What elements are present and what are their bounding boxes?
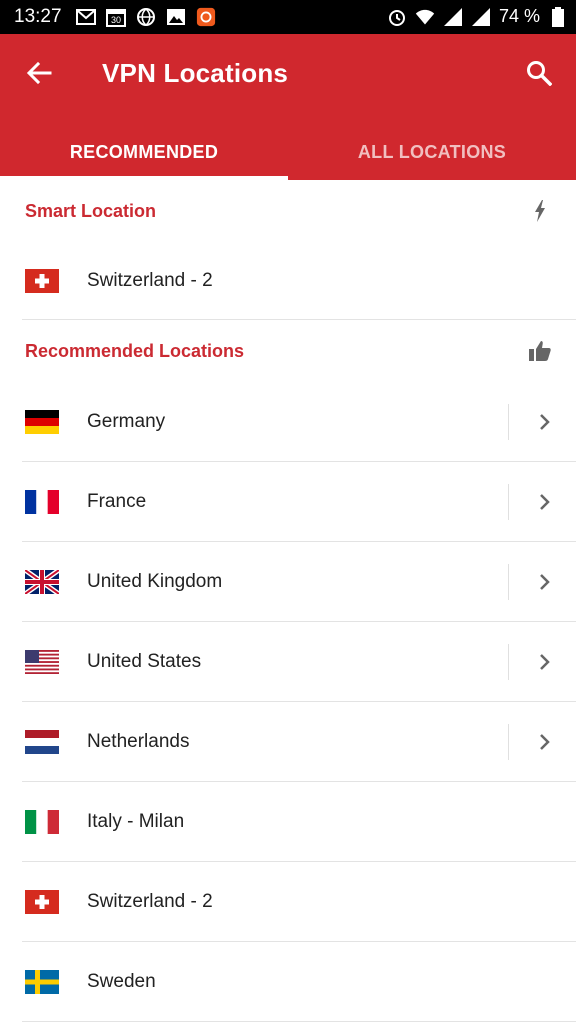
chevron-right-icon[interactable] bbox=[536, 730, 552, 754]
globe-icon bbox=[136, 7, 156, 27]
section-title: Recommended Locations bbox=[25, 340, 245, 361]
location-row-switzerland[interactable]: Switzerland - 2 bbox=[0, 862, 576, 942]
flag-italy bbox=[25, 810, 59, 834]
tab-recommended[interactable]: RECOMMENDED bbox=[0, 124, 288, 180]
chevron-right-icon[interactable] bbox=[536, 650, 552, 674]
flag-sweden bbox=[25, 970, 59, 994]
separator bbox=[508, 404, 509, 440]
divider bbox=[22, 1021, 576, 1022]
status-bar: 13:27 30 74 % bbox=[0, 0, 576, 34]
notification-icons: 30 bbox=[76, 7, 216, 27]
flag-united-kingdom bbox=[25, 570, 59, 594]
separator bbox=[508, 564, 509, 600]
calendar-day: 30 bbox=[111, 15, 121, 25]
tab-bar: RECOMMENDED ALL LOCATIONS bbox=[0, 124, 576, 180]
location-row-united-kingdom[interactable]: United Kingdom bbox=[0, 542, 576, 622]
back-button[interactable] bbox=[22, 56, 56, 90]
location-label: Sweden bbox=[87, 971, 156, 992]
location-row-united-states[interactable]: United States bbox=[0, 622, 576, 702]
gmail-icon bbox=[76, 7, 96, 27]
location-row-switzerland-smart[interactable]: Switzerland - 2 bbox=[0, 242, 576, 320]
flag-france bbox=[25, 490, 59, 514]
tab-all-locations[interactable]: ALL LOCATIONS bbox=[288, 124, 576, 180]
app-icon bbox=[196, 7, 216, 27]
location-label: Germany bbox=[87, 411, 166, 432]
flag-switzerland bbox=[25, 269, 59, 293]
locations-list: Smart Location Switzerland - 2 Recommend… bbox=[0, 180, 576, 1024]
location-row-sweden[interactable]: Sweden bbox=[0, 942, 576, 1022]
flag-germany bbox=[25, 410, 59, 434]
image-icon bbox=[166, 7, 186, 27]
search-button[interactable] bbox=[522, 56, 556, 90]
recommended-locations-header: Recommended Locations bbox=[0, 320, 576, 382]
separator bbox=[508, 484, 509, 520]
location-row-france[interactable]: France bbox=[0, 462, 576, 542]
lightning-icon bbox=[528, 199, 552, 223]
signal-icon-2 bbox=[471, 7, 491, 27]
location-label: Italy - Milan bbox=[87, 811, 185, 832]
chevron-right-icon[interactable] bbox=[536, 410, 552, 434]
app-bar: VPN Locations RECOMMENDED ALL LOCATIONS bbox=[0, 34, 576, 180]
calendar-icon: 30 bbox=[106, 7, 126, 27]
wifi-icon bbox=[415, 7, 435, 27]
battery-percent: 74 % bbox=[498, 6, 540, 26]
separator bbox=[508, 644, 509, 680]
location-row-germany[interactable]: Germany bbox=[0, 382, 576, 462]
chevron-right-icon[interactable] bbox=[536, 490, 552, 514]
flag-netherlands bbox=[25, 730, 59, 754]
alarm-icon bbox=[387, 7, 407, 27]
system-icons: 74 % bbox=[387, 6, 568, 27]
status-time: 13:27 bbox=[14, 6, 62, 27]
chevron-right-icon[interactable] bbox=[536, 570, 552, 594]
separator bbox=[508, 724, 509, 760]
location-label: United States bbox=[87, 651, 202, 672]
location-label: Netherlands bbox=[87, 731, 190, 752]
page-title: VPN Locations bbox=[102, 58, 289, 88]
flag-switzerland bbox=[25, 890, 59, 914]
battery-icon bbox=[548, 6, 568, 27]
signal-icon bbox=[443, 7, 463, 27]
search-icon bbox=[527, 61, 552, 86]
location-label: United Kingdom bbox=[87, 571, 223, 592]
location-row-italy-milan[interactable]: Italy - Milan bbox=[0, 782, 576, 862]
location-row-netherlands[interactable]: Netherlands bbox=[0, 702, 576, 782]
location-label: France bbox=[87, 491, 147, 512]
location-label: Switzerland - 2 bbox=[87, 270, 213, 291]
arrow-left-icon bbox=[26, 61, 52, 85]
section-title: Smart Location bbox=[25, 200, 157, 221]
thumbs-up-icon bbox=[528, 339, 552, 363]
flag-united-states bbox=[25, 650, 59, 674]
smart-location-header: Smart Location bbox=[0, 180, 576, 242]
location-label: Switzerland - 2 bbox=[87, 891, 213, 912]
